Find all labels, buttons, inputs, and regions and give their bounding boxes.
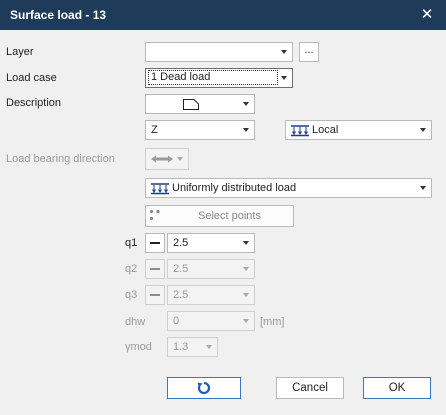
chevron-down-icon	[243, 128, 249, 132]
chevron-down-icon	[243, 293, 249, 297]
chevron-down-icon	[243, 267, 249, 271]
chevron-down-icon	[281, 76, 287, 80]
load-case-label: Load case	[6, 72, 57, 84]
layer-browse-button[interactable]: ...	[299, 42, 319, 62]
q2-type-button[interactable]	[145, 259, 165, 279]
surface-shape-icon	[183, 99, 199, 110]
points-icon	[149, 209, 160, 221]
distribution-select[interactable]: Uniformly distributed load	[145, 178, 432, 198]
chevron-down-icon	[420, 186, 426, 190]
dialog-title: Surface load - 13	[10, 8, 107, 22]
dhw-select[interactable]: 0	[167, 311, 255, 331]
q3-value: 2.5	[173, 289, 189, 301]
description-label: Description	[6, 97, 62, 109]
reset-button[interactable]	[167, 377, 241, 399]
load-bearing-direction-label: Load bearing direction	[6, 153, 115, 165]
dash-icon	[150, 268, 160, 270]
title-bar: Surface load - 13 ✕	[0, 0, 446, 30]
close-icon[interactable]: ✕	[416, 4, 438, 26]
q3-select[interactable]: 2.5	[167, 285, 255, 305]
distributed-load-icon	[291, 125, 309, 137]
q1-type-button[interactable]	[145, 233, 165, 253]
q1-value: 2.5	[173, 237, 189, 249]
dhw-label: dhw	[125, 316, 146, 328]
ymod-label: γmod	[125, 341, 152, 353]
dash-icon	[150, 294, 160, 296]
q3-type-button[interactable]	[145, 285, 165, 305]
load-case-select[interactable]: 1 Dead load	[145, 68, 293, 88]
load-case-value: 1 Dead load	[148, 70, 278, 85]
reset-icon	[197, 381, 211, 395]
surface-load-dialog: Surface load - 13 ✕ Layer ... Load case …	[0, 0, 446, 415]
load-bearing-direction-select[interactable]	[145, 148, 189, 170]
q2-label: q2	[125, 263, 138, 275]
chevron-down-icon	[177, 157, 183, 161]
q2-select[interactable]: 2.5	[167, 259, 255, 279]
coordinate-system-value: Local	[312, 124, 339, 136]
q1-label: q1	[125, 237, 138, 249]
direction-select[interactable]: Z	[145, 120, 255, 140]
double-arrow-icon	[151, 155, 173, 163]
q2-value: 2.5	[173, 263, 189, 275]
select-points-button[interactable]: Select points	[145, 205, 294, 227]
q3-label: q3	[125, 289, 138, 301]
ymod-select[interactable]: 1.3	[167, 337, 218, 357]
chevron-down-icon	[243, 102, 249, 106]
dhw-value: 0	[173, 315, 180, 327]
chevron-down-icon	[420, 128, 426, 132]
dhw-unit: [mm]	[260, 316, 285, 328]
cancel-button[interactable]: Cancel	[276, 377, 344, 399]
layer-label: Layer	[6, 46, 34, 58]
select-points-label: Select points	[198, 210, 261, 222]
chevron-down-icon	[243, 319, 249, 323]
ymod-value: 1.3	[173, 341, 189, 353]
chevron-down-icon	[281, 50, 287, 54]
direction-value: Z	[151, 124, 158, 136]
coordinate-system-select[interactable]: Local	[285, 120, 432, 140]
distribution-value: Uniformly distributed load	[172, 182, 297, 194]
description-shape-select[interactable]	[145, 94, 255, 114]
layer-select[interactable]	[145, 42, 293, 62]
q1-select[interactable]: 2.5	[167, 233, 255, 253]
chevron-down-icon	[243, 241, 249, 245]
dash-icon	[150, 242, 160, 244]
ok-button[interactable]: OK	[363, 377, 431, 399]
chevron-down-icon	[206, 345, 212, 349]
distributed-load-icon	[151, 183, 169, 195]
